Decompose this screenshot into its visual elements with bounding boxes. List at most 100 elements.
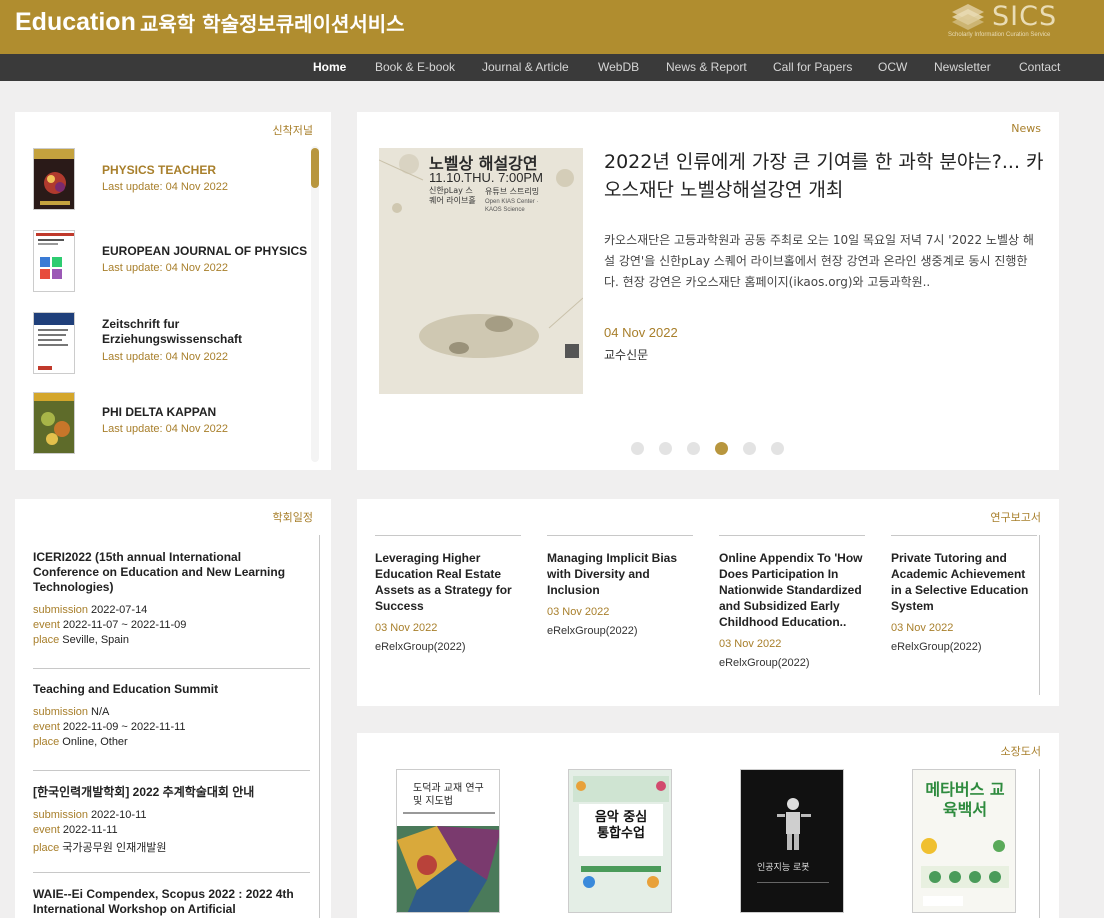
journal-update: Last update: 04 Nov 2022 [102,181,228,193]
submission-label: submission [33,706,89,718]
carousel-dot[interactable] [771,442,784,455]
place-label: place [33,736,60,748]
event-title[interactable]: [한국인력개발학회] 2022 추계학술대회 안내 [33,785,310,800]
journal-item[interactable]: Zeitschrift fur Erziehungswissenschaft L… [33,312,313,374]
journal-item[interactable]: PHYSICS TEACHER Last update: 04 Nov 2022 [33,148,313,210]
book-cover[interactable]: 도덕과 교재 연구 및 지도법 [396,769,500,913]
report-title[interactable]: Private Tutoring and Academic Achievemen… [891,550,1037,614]
site-header: Education 교육학 학술정보큐레이션서비스 SICS Scholarly… [0,0,1104,54]
event-title[interactable]: WAIE--Ei Compendex, Scopus 2022 : 2022 4… [33,887,310,917]
nav-journal-article[interactable]: Journal & Article [482,60,569,74]
carousel-dot[interactable] [659,442,672,455]
journal-title[interactable]: EUROPEAN JOURNAL OF PHYSICS [102,244,312,259]
event-label: event [33,619,60,631]
report-item[interactable]: Managing Implicit Bias with Diversity an… [547,535,693,637]
events-title[interactable]: 학회일정 [273,509,313,525]
journal-cover [33,312,75,374]
journal-title[interactable]: PHI DELTA KAPPAN [102,405,312,420]
sics-logo[interactable]: SICS Scholarly Information Curation Serv… [948,0,1063,44]
poster-venue: 신한pLay 스퀘어 라이브홀 [429,186,476,205]
report-item[interactable]: Private Tutoring and Academic Achievemen… [891,535,1037,653]
library-title[interactable]: 소장도서 [1001,743,1041,759]
report-title[interactable]: Leveraging Higher Education Real Estate … [375,550,521,614]
news-body: 카오스재단은 고등과학원과 공동 주최로 오는 10일 목요일 저녁 7시 '2… [604,233,1034,289]
event-submission: submission N/A [33,706,310,718]
nav-ocw[interactable]: OCW [878,60,907,74]
event-label: event [33,721,60,733]
book-title: 메타버스 교육백서 [925,780,1005,819]
book-cover[interactable]: 메타버스 교육백서 [912,769,1016,913]
divider [33,872,310,873]
reports-title[interactable]: 연구보고서 [990,509,1041,525]
scrollbar-thumb[interactable] [311,148,319,188]
report-title[interactable]: Online Appendix To 'How Does Participati… [719,550,865,630]
library-scroll-track [1039,769,1040,918]
report-date: 03 Nov 2022 [719,638,782,650]
report-source: eRelxGroup(2022) [375,641,466,653]
report-date: 03 Nov 2022 [375,622,438,634]
report-title[interactable]: Managing Implicit Bias with Diversity an… [547,550,693,598]
carousel-dot-active[interactable] [715,442,728,455]
journal-item[interactable]: EUROPEAN JOURNAL OF PHYSICS Last update:… [33,230,313,292]
report-date: 03 Nov 2022 [547,606,610,618]
report-item[interactable]: Online Appendix To 'How Does Participati… [719,535,865,669]
event-title[interactable]: Teaching and Education Summit [33,682,310,697]
report-item[interactable]: Leveraging Higher Education Real Estate … [375,535,521,653]
events-scroll-track [319,535,320,918]
book-title: 인공지능 로봇 [757,863,810,873]
report-source: eRelxGroup(2022) [719,657,810,669]
nav-webdb[interactable]: WebDB [598,60,639,74]
carousel-dot[interactable] [743,442,756,455]
new-journals-title[interactable]: 신착저널 [273,122,313,138]
book-title: 음악 중심 통합수업 [594,810,648,841]
news-source: 교수신문 [604,348,649,362]
nav-newsletter[interactable]: Newsletter [934,60,991,74]
event-item[interactable]: WAIE--Ei Compendex, Scopus 2022 : 2022 4… [33,887,310,917]
event-place: place 국가공무원 인재개발원 [33,839,310,855]
journals-scrollbar[interactable] [311,146,319,462]
news-title[interactable]: 2022년 인류에게 가장 큰 기여를 한 과학 분야는?... 카오스재단 노… [604,148,1044,204]
place-value: Online, Other [62,736,128,748]
journal-cover [33,148,75,210]
library-books-panel: 소장도서 도덕과 교재 연구 및 지도법 음악 중심 통합수업 인공지능 로봇 … [357,733,1059,918]
book-title: 도덕과 교재 연구 및 지도법 [413,783,484,807]
book-cover[interactable]: 인공지능 로봇 [740,769,844,913]
nav-news-report[interactable]: News & Report [666,60,747,74]
poster-stream: 유튜브 스트리밍 [485,187,540,196]
place-label: place [33,842,60,854]
books-stack-icon [952,4,984,30]
book-cover[interactable]: 음악 중심 통합수업 [568,769,672,913]
event-title[interactable]: ICERI2022 (15th annual International Con… [33,550,310,595]
nav-home[interactable]: Home [313,60,346,74]
new-journals-panel: 신착저널 PHYSICS TEACHER Last update: 04 Nov… [15,112,331,470]
journal-cover [33,392,75,454]
event-value: 2022-11-09 ~ 2022-11-11 [62,721,186,733]
event-item[interactable]: ICERI2022 (15th annual International Con… [33,550,310,646]
carousel-dot[interactable] [687,442,700,455]
news-label[interactable]: News [1011,122,1041,135]
event-dates: event 2022-11-11 [33,824,310,836]
reports-scroll-track [1039,535,1040,695]
divider [33,770,310,771]
research-reports-panel: 연구보고서 Leveraging Higher Education Real E… [357,499,1059,706]
journal-title[interactable]: Zeitschrift fur Erziehungswissenschaft [102,317,312,347]
news-date: 04 Nov 2022 [604,325,678,340]
submission-value: N/A [91,706,110,718]
poster-datetime: 11.10.THU. 7:00PM [429,170,543,185]
nav-call-for-papers[interactable]: Call for Papers [773,60,852,74]
journal-title[interactable]: PHYSICS TEACHER [102,163,312,178]
event-submission: submission 2022-07-14 [33,604,310,616]
journal-item[interactable]: PHI DELTA KAPPAN Last update: 04 Nov 202… [33,392,313,454]
carousel-dot[interactable] [631,442,644,455]
event-item[interactable]: [한국인력개발학회] 2022 추계학술대회 안내 submission 2022… [33,785,310,855]
event-value: 2022-11-11 [62,824,118,836]
nav-contact[interactable]: Contact [1019,60,1060,74]
journal-cover [33,230,75,292]
event-place: place Online, Other [33,736,310,748]
news-poster-image[interactable]: 노벨상 해설강연 11.10.THU. 7:00PM 신한pLay 스퀘어 라이… [379,148,583,394]
nav-book-ebook[interactable]: Book & E-book [375,60,455,74]
event-item[interactable]: Teaching and Education Summit submission… [33,682,310,748]
event-submission: submission 2022-10-11 [33,809,310,821]
submission-label: submission [33,604,89,616]
site-brand[interactable]: Education [15,8,136,37]
